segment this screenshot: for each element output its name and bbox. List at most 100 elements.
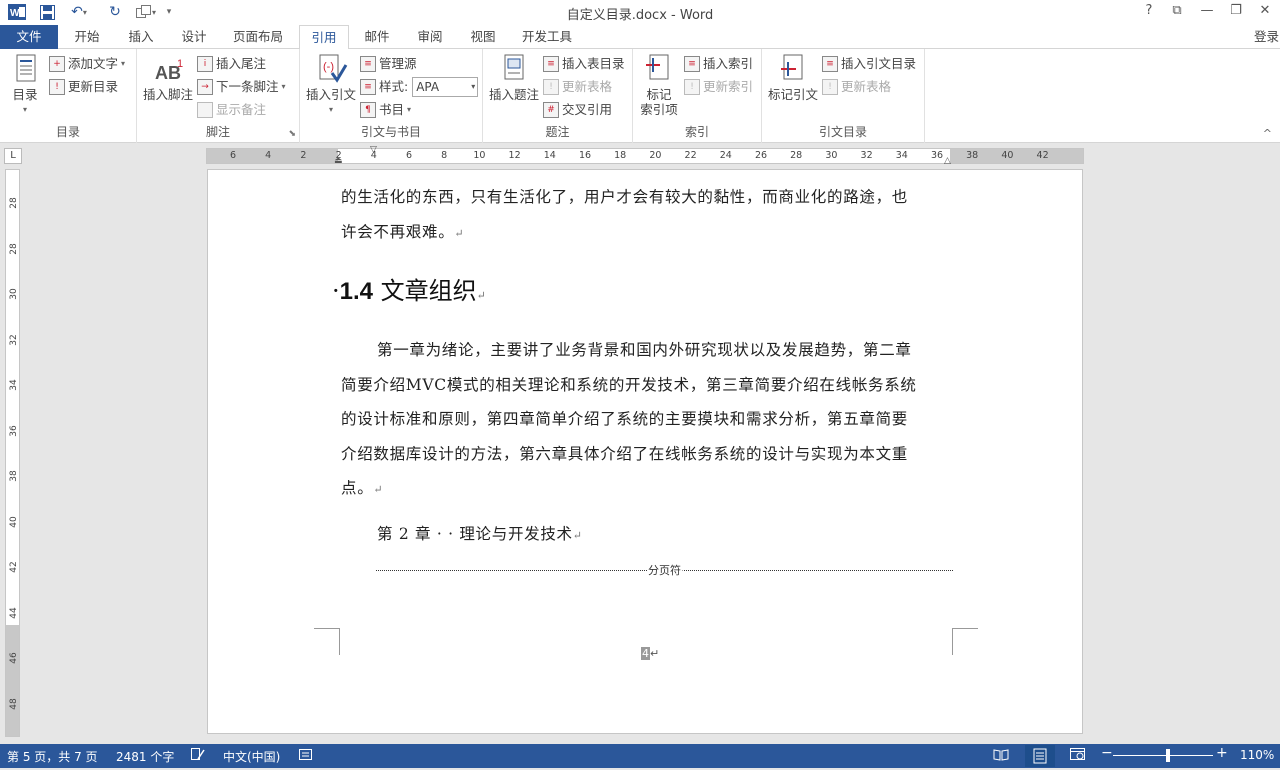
minimize-button[interactable]: —: [1196, 3, 1218, 21]
cross-reference-button[interactable]: # 交叉引用: [543, 100, 612, 120]
citation-style-select[interactable]: APA ▾: [412, 77, 479, 97]
close-button[interactable]: ✕: [1254, 3, 1276, 21]
show-notes-button[interactable]: 显示备注: [197, 100, 266, 120]
page-count[interactable]: 第 5 页，共 7 页: [7, 748, 98, 765]
update-index-icon: !: [684, 79, 700, 95]
insert-toa-button[interactable]: ≡ 插入引文目录: [822, 54, 916, 74]
zoom-slider-thumb[interactable]: [1166, 749, 1170, 762]
tab-view[interactable]: 视图: [460, 25, 506, 49]
tab-review[interactable]: 审阅: [407, 25, 453, 49]
mark-entry-button[interactable]: 标记 索引项: [637, 53, 681, 117]
ruler-number: 6: [405, 150, 413, 161]
help-button[interactable]: ?: [1138, 3, 1160, 21]
update-toc-button[interactable]: ! 更新目录: [49, 77, 118, 97]
bibliography-label: 书目: [379, 102, 405, 117]
page-number-field[interactable]: 4↵: [641, 647, 659, 660]
tab-insert[interactable]: 插入: [118, 25, 164, 49]
insert-index-label: 插入索引: [703, 56, 754, 71]
next-footnote-button[interactable]: → 下一条脚注 ▾: [197, 77, 286, 97]
update-table-icon: !: [543, 79, 559, 95]
zoom-in-button[interactable]: +: [1216, 745, 1228, 761]
insert-footnote-button[interactable]: AB 1 插入脚注: [141, 53, 195, 102]
sign-in-link[interactable]: 登录: [1254, 25, 1280, 48]
citation-style-value: APA: [416, 80, 440, 94]
update-toa-button[interactable]: ! 更新表格: [822, 77, 891, 97]
dialog-launcher-icon[interactable]: ⬊: [288, 129, 296, 139]
paragraph-mark: ↵: [476, 289, 486, 302]
tab-file[interactable]: 文件: [0, 25, 58, 49]
add-text-button[interactable]: + 添加文字 ▾: [49, 54, 125, 74]
update-table-label: 更新表格: [562, 79, 613, 94]
first-line-indent-marker[interactable]: ▽: [370, 145, 377, 155]
heading-text: 文章组织: [373, 277, 477, 305]
paragraph-2-line: 的设计标准和原则，第四章简单介绍了系统的主要摸块和需求分析，第五章简要: [341, 410, 909, 428]
collapse-ribbon-icon[interactable]: ^: [1263, 127, 1272, 140]
insert-endnote-button[interactable]: i 插入尾注: [197, 54, 266, 74]
left-indent-marker[interactable]: ⏏: [334, 156, 343, 166]
zoom-level[interactable]: 110%: [1240, 748, 1274, 762]
page-number: 4: [641, 647, 650, 660]
toc-button[interactable]: 目录 ▾: [4, 53, 46, 117]
tab-developer[interactable]: 开发工具: [514, 25, 580, 49]
ruler-number: 2: [300, 150, 307, 161]
cross-reference-label: 交叉引用: [562, 102, 613, 117]
citation-style-control: ≡ 样式: APA ▾: [360, 77, 479, 97]
paragraph-2-line: 介绍数据库设计的方法，第六章具体介绍了在线帐务系统的设计与实现为本文重: [341, 444, 909, 463]
proofing-icon[interactable]: [191, 748, 205, 764]
chevron-down-icon: ▾: [22, 105, 27, 114]
update-table-button[interactable]: ! 更新表格: [543, 77, 612, 97]
tab-design[interactable]: 设计: [171, 25, 217, 49]
ruler-number: 28: [9, 242, 19, 255]
paragraph-1-line-2-text: 许会不再艰难。: [341, 222, 455, 241]
ruler-number: 38: [9, 470, 19, 482]
toc-icon: [8, 53, 42, 85]
tab-home[interactable]: 开始: [64, 25, 110, 49]
svg-text:(-): (-): [323, 61, 334, 73]
group-label-captions: 题注: [545, 125, 570, 139]
page-break-label: 分页符: [647, 562, 682, 578]
tab-mailings[interactable]: 邮件: [354, 25, 400, 49]
zoom-out-button[interactable]: −: [1101, 745, 1113, 761]
ribbon-display-options-button[interactable]: ⧉: [1166, 3, 1188, 21]
vertical-ruler[interactable]: 28 28 30 32 34 36 38 40 42 44 46 48: [5, 169, 20, 737]
mark-citation-button[interactable]: 标记引文: [766, 53, 820, 102]
update-index-button[interactable]: ! 更新索引: [684, 77, 753, 97]
print-layout-icon[interactable]: [1025, 745, 1055, 767]
insert-citation-button[interactable]: (-) 插入引文 ▾: [304, 53, 358, 117]
macro-record-icon[interactable]: [299, 748, 313, 764]
manage-sources-button[interactable]: ≡ 管理源: [360, 54, 417, 74]
next-footnote-label: 下一条脚注: [216, 79, 279, 94]
zoom-slider-track[interactable]: [1113, 755, 1213, 756]
word-count[interactable]: 2481 个字: [116, 748, 174, 765]
tab-references[interactable]: 引用: [299, 25, 349, 50]
right-indent-marker[interactable]: △: [944, 156, 951, 166]
horizontal-ruler[interactable]: 6 4 2 2 4 6 8 10 12 14 16 18 20 22 24 26 28 30 32 34 36 38 40 4…: [206, 145, 1084, 166]
show-notes-label: 显示备注: [216, 102, 267, 117]
tab-layout[interactable]: 页面布局: [225, 25, 291, 49]
ruler-left-margin: [207, 149, 338, 163]
ruler-number: 40: [1001, 150, 1014, 161]
ruler-number: 48: [9, 697, 19, 710]
tab-selector[interactable]: L: [4, 148, 22, 164]
ruler-number: 36: [9, 424, 19, 437]
insert-index-icon: ≡: [684, 56, 700, 72]
ruler-number: 40: [9, 515, 19, 528]
web-layout-icon[interactable]: [1070, 748, 1086, 764]
update-toc-label: 更新目录: [68, 79, 119, 94]
ruler-number: 22: [684, 150, 697, 161]
paragraph-mark: ↵: [572, 529, 583, 542]
insert-table-of-figures-button[interactable]: ≡ 插入表目录: [543, 54, 625, 74]
group-label-citations: 引文与书目: [360, 125, 421, 139]
restore-button[interactable]: ❐: [1225, 3, 1247, 21]
insert-index-button[interactable]: ≡ 插入索引: [684, 54, 753, 74]
insert-caption-button[interactable]: 插入题注: [487, 53, 541, 102]
update-toa-label: 更新表格: [841, 79, 892, 94]
chevron-down-icon: ▾: [407, 105, 412, 114]
manage-sources-icon: ≡: [360, 56, 376, 72]
document-page[interactable]: 的生活化的东西，只有生活化了，用户才会有较大的黏性，而商业化的路途，也 许会不再…: [207, 169, 1083, 734]
language[interactable]: 中文(中国): [223, 748, 280, 765]
ruler-number: 10: [473, 150, 486, 161]
read-mode-icon[interactable]: [993, 748, 1009, 764]
bibliography-button[interactable]: ¶ 书目 ▾: [360, 100, 411, 120]
chapter-2-text: 第 2 章 · · 理论与开发技术: [377, 525, 573, 543]
